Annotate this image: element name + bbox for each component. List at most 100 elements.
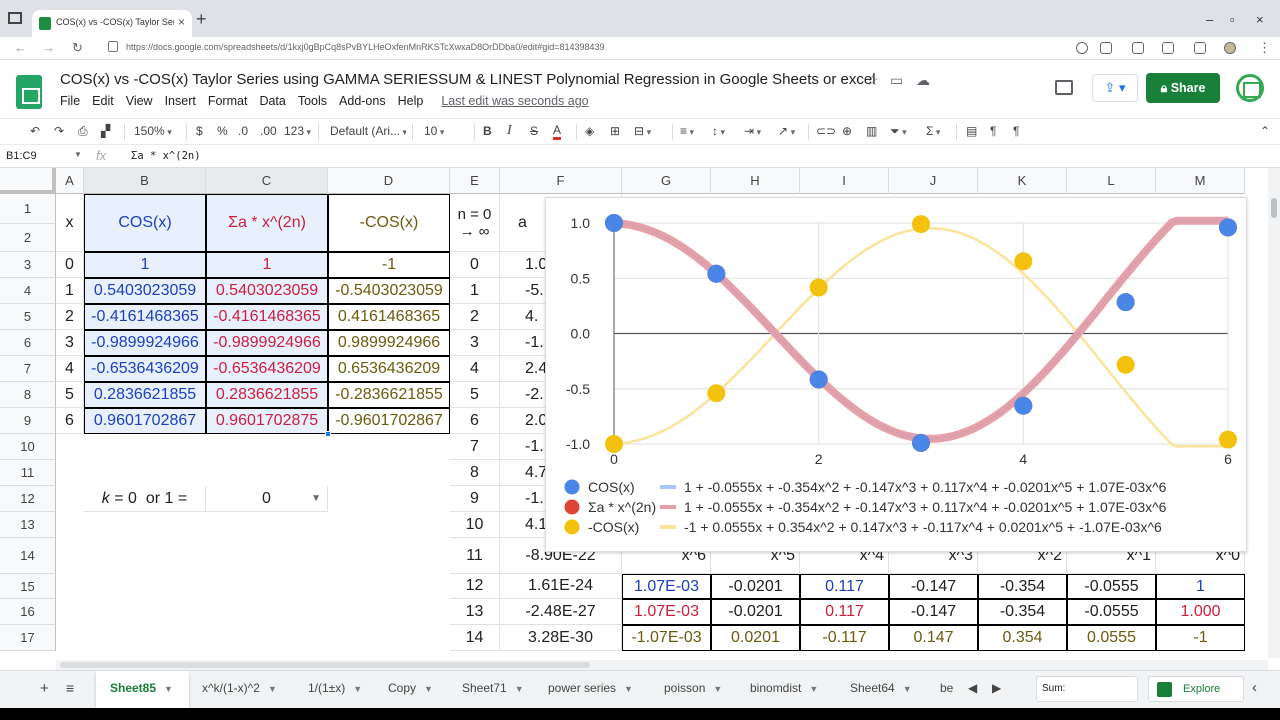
vertical-scroll-thumb[interactable] — [1271, 198, 1277, 218]
sheet-tab-menu-icon[interactable]: ▼ — [903, 684, 912, 694]
text-rotate-icon[interactable]: ↗ — [778, 124, 795, 138]
url-field[interactable]: https://docs.google.com/spreadsheets/d/1… — [126, 42, 605, 52]
sheet-tab-menu-icon[interactable]: ▼ — [624, 684, 633, 694]
star-icon[interactable]: ☆ — [866, 72, 879, 89]
add-sheet-icon[interactable]: + — [40, 680, 49, 697]
sheet-tab-menu-icon[interactable]: ▼ — [164, 684, 173, 694]
paint-format-icon[interactable]: ▞ — [101, 124, 110, 138]
italic-button[interactable]: I — [507, 123, 512, 139]
sheet-tab-menu-icon[interactable]: ▼ — [353, 684, 362, 694]
sheet-tab[interactable]: binomdist ▼ — [750, 681, 818, 695]
font-size-select[interactable]: 10 — [424, 124, 468, 138]
sheet-tab[interactable]: be — [940, 681, 953, 695]
row-header-17[interactable]: 17 — [0, 625, 56, 651]
browser-menu-icon[interactable]: ⋮ — [1258, 40, 1271, 56]
back-icon[interactable]: ← — [14, 40, 27, 55]
share-button[interactable]: 🔒︎ Share — [1146, 73, 1220, 103]
minimize-icon[interactable]: – — [1206, 12, 1213, 27]
column-header-i[interactable]: I — [800, 168, 889, 194]
column-header-m[interactable]: M — [1156, 168, 1245, 194]
close-window-icon[interactable]: × — [1256, 12, 1264, 27]
row-header-5[interactable]: 5 — [0, 304, 56, 330]
row-header-2[interactable]: 2 — [0, 224, 56, 252]
scroll-tabs-left-icon[interactable]: ◀ — [968, 681, 977, 695]
menu-view[interactable]: View — [126, 94, 153, 110]
menu-help[interactable]: Help — [398, 94, 424, 110]
column-header-k[interactable]: K — [978, 168, 1067, 194]
selection-fill-handle[interactable] — [325, 431, 331, 437]
profile-icon[interactable] — [1224, 42, 1236, 54]
row-header-3[interactable]: 3 — [0, 252, 56, 278]
sheet-tab-menu-icon[interactable]: ▼ — [515, 684, 524, 694]
last-edit-link[interactable]: Last edit was seconds ago — [441, 94, 588, 110]
horizontal-scrollbar[interactable] — [56, 660, 1268, 670]
column-header-l[interactable]: L — [1067, 168, 1156, 194]
zoom-icon[interactable] — [1076, 42, 1088, 54]
more-formats-select[interactable]: 123 — [284, 124, 311, 138]
chart[interactable]: 1.0 0.5 0.0 -0.5 -1.0 0 2 4 6 COS(x) 1 + -0.0555x … — [545, 197, 1247, 552]
insert-link-icon[interactable]: ⊂⊃ — [816, 124, 836, 138]
k-dropdown-icon[interactable]: ▼ — [311, 493, 321, 504]
sheet-tab[interactable]: Sheet71 ▼ — [462, 681, 524, 695]
column-header-f[interactable]: F — [500, 168, 622, 194]
reload-icon[interactable]: ↻ — [72, 40, 83, 56]
row-header-15[interactable]: 15 — [0, 574, 56, 599]
row-header-6[interactable]: 6 — [0, 330, 56, 356]
row-header-11[interactable]: 11 — [0, 460, 56, 486]
sheet-tab-menu-icon[interactable]: ▼ — [809, 684, 818, 694]
sheet-tab-menu-icon[interactable]: ▼ — [713, 684, 722, 694]
sheet-tab[interactable]: Sheet85 ▼ — [96, 671, 189, 709]
print-icon[interactable]: ⎙ — [78, 124, 88, 139]
comments-icon[interactable] — [1055, 80, 1073, 95]
font-family-select[interactable]: Default (Ari... — [330, 124, 406, 138]
text-color-button[interactable]: A — [553, 124, 562, 140]
column-header-j[interactable]: J — [889, 168, 978, 194]
column-header-b[interactable]: B — [84, 168, 206, 194]
name-box-dropdown-icon[interactable]: ▼ — [74, 150, 82, 159]
present-button[interactable]: ⇪ ▾ — [1092, 74, 1138, 102]
close-tab-icon[interactable]: × — [178, 15, 185, 29]
strikethrough-button[interactable]: S — [530, 124, 538, 138]
k-select[interactable]: 0 ▼ — [206, 486, 328, 512]
scroll-tabs-right-icon[interactable]: ▶ — [992, 681, 1001, 695]
browser-tab[interactable]: COS(x) vs -COS(x) Taylor Series u × — [32, 10, 192, 37]
column-header-h[interactable]: H — [711, 168, 800, 194]
row-header-13[interactable]: 13 — [0, 512, 56, 538]
freeze-icon[interactable]: ▤ — [966, 124, 977, 138]
bookmark-star-icon[interactable] — [1100, 42, 1112, 54]
formula-input[interactable]: Σa * x^(2n) — [131, 150, 201, 162]
all-sheets-icon[interactable]: ≡ — [66, 680, 74, 696]
explore-button[interactable]: Explore — [1148, 676, 1244, 702]
sheet-tab[interactable]: Copy ▼ — [388, 681, 433, 695]
sheet-tab-menu-icon[interactable]: ▼ — [268, 684, 277, 694]
sheet-tab[interactable]: 1/(1±x) ▼ — [308, 681, 362, 695]
menu-addons[interactable]: Add-ons — [339, 94, 386, 110]
puzzle-icon[interactable] — [1162, 42, 1174, 54]
column-header-e[interactable]: E — [450, 168, 500, 194]
extension-icon[interactable] — [1132, 42, 1144, 54]
forward-icon[interactable]: → — [42, 40, 55, 55]
name-box[interactable]: B1:C9 — [6, 150, 37, 162]
account-avatar[interactable] — [1236, 74, 1264, 102]
insert-comment-icon[interactable]: ⊕ — [842, 124, 852, 138]
undo-icon[interactable]: ↶ — [30, 124, 40, 138]
sheet-tab[interactable]: power series ▼ — [548, 681, 633, 695]
merge-cells-icon[interactable]: ⊟ — [634, 124, 651, 138]
column-header-g[interactable]: G — [622, 168, 711, 194]
zoom-select[interactable]: 150% — [134, 124, 172, 138]
decrease-decimal-button[interactable]: .0 — [238, 124, 248, 138]
collapse-toolbar-icon[interactable]: ⌃ — [1260, 124, 1270, 138]
menu-file[interactable]: File — [60, 94, 80, 110]
percent-format-button[interactable]: % — [217, 124, 228, 138]
window-menu-icon[interactable] — [8, 12, 22, 24]
bold-button[interactable]: B — [483, 124, 492, 138]
row-header-7[interactable]: 7 — [0, 356, 56, 382]
filter-icon[interactable]: ⏷ — [890, 124, 907, 139]
rtl-icon[interactable]: ¶ — [1013, 124, 1019, 138]
horizontal-align-icon[interactable]: ≡ — [680, 124, 694, 138]
vertical-scrollbar[interactable] — [1268, 168, 1280, 658]
insert-chart-icon[interactable]: ▥ — [866, 124, 877, 138]
horizontal-scroll-thumb[interactable] — [60, 662, 590, 668]
currency-format-button[interactable]: $ — [196, 124, 203, 138]
tab-search-icon[interactable] — [1194, 42, 1206, 54]
